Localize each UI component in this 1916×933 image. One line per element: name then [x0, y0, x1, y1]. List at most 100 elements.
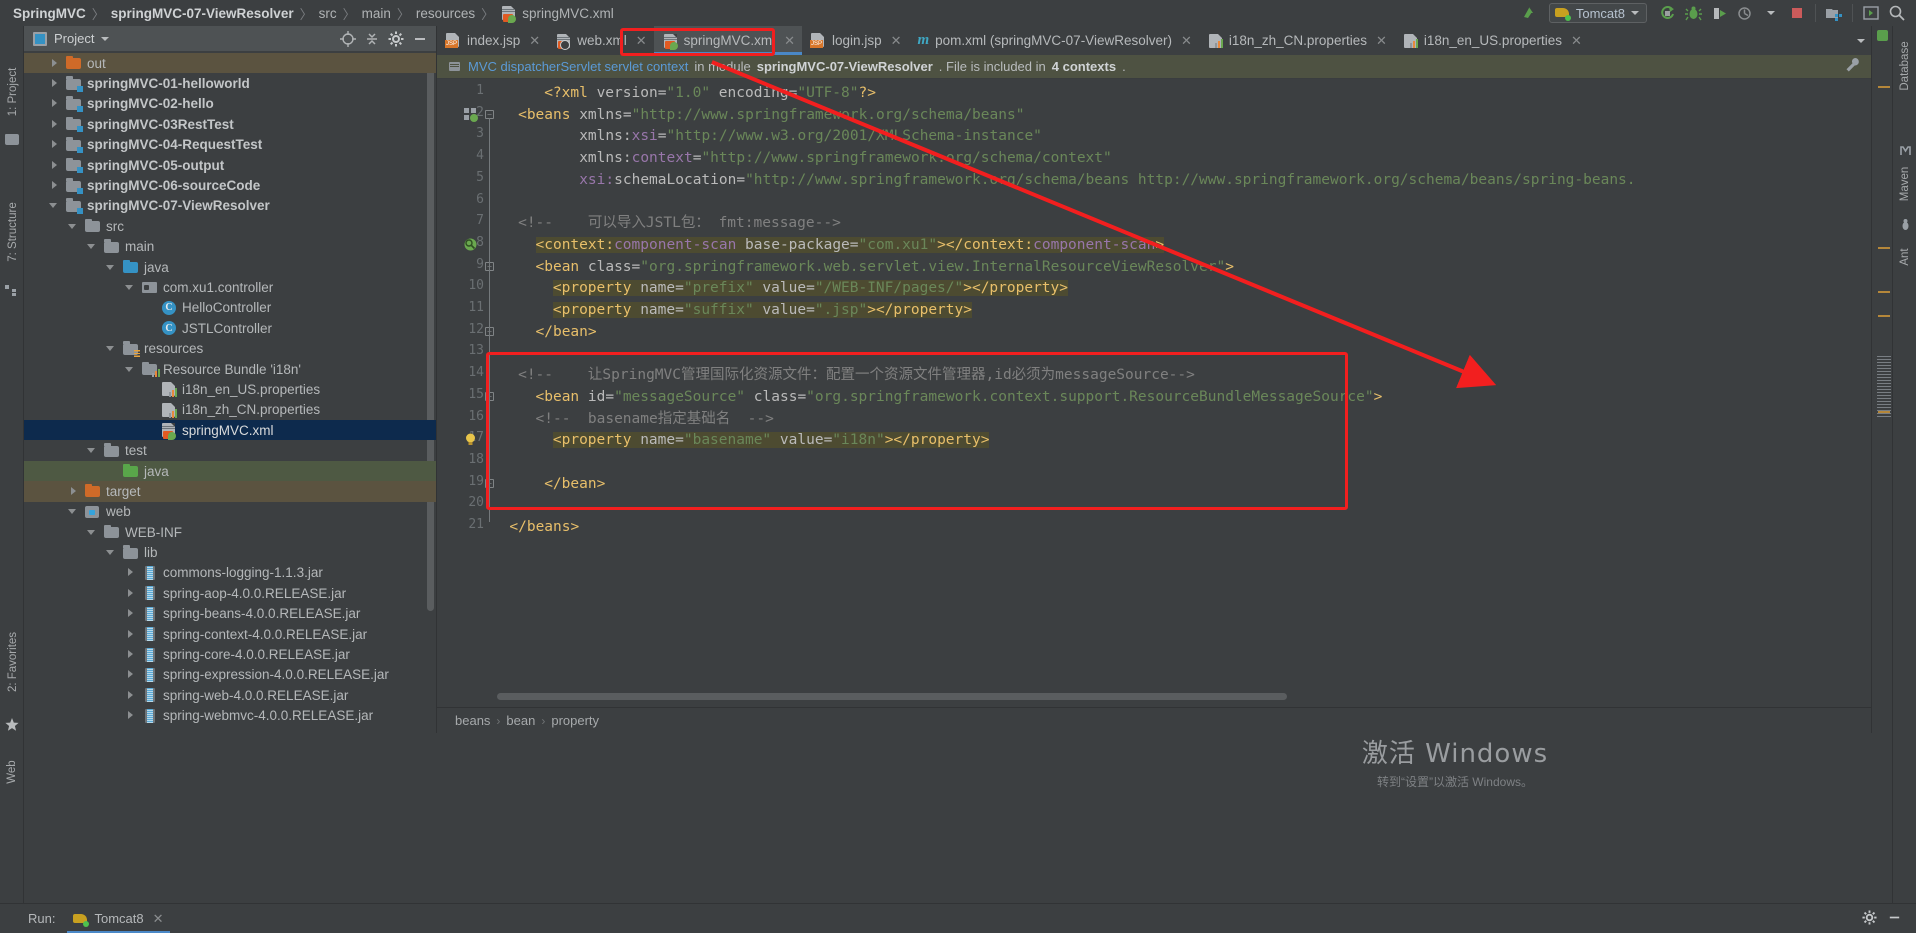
- tree-item-src[interactable]: src: [24, 216, 436, 236]
- minimize-icon[interactable]: [1887, 910, 1902, 928]
- code-line[interactable]: <bean id="messageSource" class="org.spri…: [536, 387, 1383, 409]
- code-line[interactable]: <beans xmlns="http://www.springframework…: [518, 105, 1024, 127]
- close-icon[interactable]: ✕: [636, 33, 647, 49]
- close-icon[interactable]: ✕: [891, 33, 902, 49]
- editor-horizontal-scrollbar[interactable]: [497, 693, 1287, 700]
- stop-icon[interactable]: [1784, 1, 1810, 25]
- chevron-down-icon[interactable]: [49, 200, 60, 211]
- tree-item-springmvc-02-hello[interactable]: springMVC-02-hello: [24, 94, 436, 114]
- spring-scan-gutter-icon[interactable]: [463, 237, 478, 252]
- tree-item-i18n-en-us-properties[interactable]: i18n_en_US.properties: [24, 379, 436, 399]
- chevron-right-icon[interactable]: [125, 710, 136, 721]
- chevron-right-icon[interactable]: [125, 608, 136, 619]
- breadcrumb-item-3[interactable]: main: [357, 6, 396, 21]
- chevron-right-icon[interactable]: [49, 160, 60, 171]
- tree-item-target[interactable]: target: [24, 481, 436, 502]
- chevron-down-icon[interactable]: [68, 506, 79, 517]
- editor-tab-i18n-en-us-properties[interactable]: i18n_en_US.properties ✕: [1394, 26, 1589, 55]
- code-line[interactable]: <property name="basename" value="i18n"><…: [552, 430, 990, 452]
- code-editor[interactable]: 123456789101112131415161718192021−−−−− <…: [437, 79, 1871, 733]
- chevron-down-icon[interactable]: [68, 221, 79, 232]
- chevron-right-icon[interactable]: [125, 588, 136, 599]
- error-stripe-mark[interactable]: [1878, 315, 1890, 317]
- status-breadcrumb-0[interactable]: beans: [449, 713, 496, 728]
- tree-item-web[interactable]: web: [24, 502, 436, 522]
- chevron-right-icon[interactable]: [125, 669, 136, 680]
- tree-item-test[interactable]: test: [24, 440, 436, 460]
- code-content[interactable]: <?xml version="1.0" encoding="UTF-8"?> <b…: [492, 79, 1871, 733]
- tree-item-springmvc-05-output[interactable]: springMVC-05-output: [24, 155, 436, 175]
- tree-item-resource-bundle-i18n-[interactable]: Resource Bundle 'i18n': [24, 359, 436, 379]
- code-line[interactable]: <!-- basename指定基础名 -->: [536, 409, 774, 431]
- code-line[interactable]: <context:component-scan base-package="co…: [535, 235, 1165, 257]
- breadcrumb-file[interactable]: springMVC.xml: [495, 5, 619, 23]
- code-line[interactable]: <!-- 可以导入JSTL包： fmt:message-->: [518, 213, 841, 235]
- configure-icon[interactable]: [1845, 57, 1861, 76]
- breadcrumb-item-2[interactable]: src: [314, 6, 342, 21]
- code-line[interactable]: </beans>: [509, 517, 579, 539]
- close-icon[interactable]: ✕: [153, 911, 164, 927]
- chevron-right-icon[interactable]: [49, 180, 60, 191]
- gear-icon[interactable]: [1862, 909, 1877, 928]
- chevron-down-icon[interactable]: [1758, 1, 1784, 25]
- chevron-right-icon[interactable]: [49, 58, 60, 69]
- debug-icon[interactable]: [1680, 1, 1706, 25]
- error-stripe-mark[interactable]: [1878, 86, 1890, 88]
- close-icon[interactable]: ✕: [529, 33, 540, 49]
- error-stripe-gutter[interactable]: [1871, 26, 1892, 733]
- tree-item-spring-aop-4-0-0-release-jar[interactable]: spring-aop-4.0.0.RELEASE.jar: [24, 583, 436, 603]
- editor-tab-login-jsp[interactable]: JSP login.jsp ✕: [802, 26, 908, 55]
- gear-icon[interactable]: [385, 28, 407, 50]
- spring-bean-gutter-icon[interactable]: [463, 107, 478, 122]
- chevron-right-icon[interactable]: [125, 649, 136, 660]
- chevron-down-icon[interactable]: [87, 241, 98, 252]
- code-line[interactable]: xmlns:context="http://www.springframewor…: [518, 148, 1112, 170]
- tree-item-commons-logging-1-1-3-jar[interactable]: commons-logging-1.1.3.jar: [24, 563, 436, 583]
- run-tab-tomcat8[interactable]: Tomcat8 ✕: [65, 904, 171, 933]
- tree-item-spring-expression-4-0-0-release-jar[interactable]: spring-expression-4.0.0.RELEASE.jar: [24, 665, 436, 685]
- chevron-right-icon[interactable]: [125, 629, 136, 640]
- chevron-right-icon[interactable]: [49, 98, 60, 109]
- chevron-down-icon[interactable]: [125, 282, 136, 293]
- breadcrumb-item-0[interactable]: SpringMVC: [8, 6, 91, 21]
- tree-item-springmvc-01-helloworld[interactable]: springMVC-01-helloworld: [24, 73, 436, 93]
- editor-tab-springmvc-xml[interactable]: springMVC.xml ✕: [653, 26, 803, 55]
- close-icon[interactable]: ✕: [1571, 33, 1582, 49]
- tool-strip-favorites[interactable]: 2: Favorites: [7, 623, 19, 701]
- tree-item-springmvc-03resttest[interactable]: springMVC-03RestTest: [24, 114, 436, 134]
- tree-item-springmvc-04-requesttest[interactable]: springMVC-04-RequestTest: [24, 135, 436, 155]
- error-stripe-mark[interactable]: [1878, 247, 1890, 249]
- locate-icon[interactable]: [337, 28, 359, 50]
- tree-item-java[interactable]: java: [24, 460, 436, 482]
- chevron-down-icon[interactable]: [106, 262, 117, 273]
- hide-icon[interactable]: [409, 28, 431, 50]
- code-line[interactable]: xsi:schemaLocation="http://www.springfra…: [518, 170, 1635, 192]
- build-icon[interactable]: [1516, 1, 1542, 25]
- chevron-right-icon[interactable]: [49, 119, 60, 130]
- tree-item-web-inf[interactable]: WEB-INF: [24, 522, 436, 542]
- status-breadcrumb-1[interactable]: bean: [500, 713, 541, 728]
- tree-item-resources[interactable]: resources: [24, 338, 436, 358]
- close-icon[interactable]: ✕: [1376, 33, 1387, 49]
- tool-strip-database[interactable]: Database: [1899, 27, 1911, 105]
- tool-strip-web[interactable]: Web: [6, 748, 18, 796]
- project-tree[interactable]: out springMVC-01-helloworld springMVC-02-h…: [24, 52, 436, 733]
- chevron-right-icon[interactable]: [125, 567, 136, 578]
- code-line[interactable]: <!-- 让SpringMVC管理国际化资源文件：配置一个资源文件管理器,id必…: [518, 365, 1195, 387]
- tree-item-spring-core-4-0-0-release-jar[interactable]: spring-core-4.0.0.RELEASE.jar: [24, 644, 436, 664]
- notice-link[interactable]: MVC dispatcherServlet servlet context: [468, 59, 688, 74]
- tool-strip-project[interactable]: 1: Project: [7, 53, 19, 131]
- code-line[interactable]: <bean class="org.springframework.web.ser…: [536, 257, 1234, 279]
- run-configuration-selector[interactable]: Tomcat8: [1548, 3, 1647, 23]
- tree-item-springmvc-07-viewresolver[interactable]: springMVC-07-ViewResolver: [24, 196, 436, 216]
- chevron-right-icon[interactable]: [49, 78, 60, 89]
- editor-tab-pom-xml-springmvc-07-viewresolver-[interactable]: m pom.xml (springMVC-07-ViewResolver) ✕: [908, 26, 1198, 55]
- tree-item-java[interactable]: java: [24, 257, 436, 277]
- rerun-icon[interactable]: [1654, 1, 1680, 25]
- search-everywhere-icon[interactable]: [1884, 1, 1910, 25]
- tree-item-lib[interactable]: lib: [24, 542, 436, 562]
- chevron-right-icon[interactable]: [125, 690, 136, 701]
- tree-item-spring-webmvc-4-0-0-release-jar[interactable]: spring-webmvc-4.0.0.RELEASE.jar: [24, 706, 436, 726]
- chevron-down-icon[interactable]: [1857, 38, 1865, 43]
- error-stripe-mark[interactable]: [1878, 291, 1890, 293]
